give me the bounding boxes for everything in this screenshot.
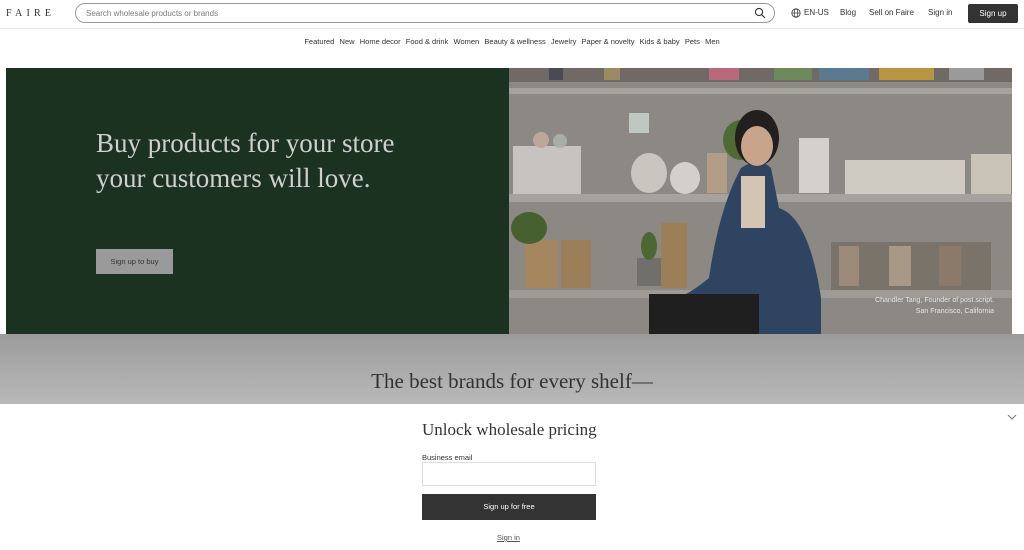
- category-pets[interactable]: Pets: [685, 37, 700, 46]
- sign-up-for-free-button[interactable]: Sign up for free: [422, 494, 596, 520]
- hero-text-panel: Buy products for your store your custome…: [6, 68, 509, 334]
- header-divider: [0, 28, 1024, 29]
- category-food-drink[interactable]: Food & drink: [406, 37, 449, 46]
- search-input[interactable]: [86, 6, 736, 20]
- top-bar: FAIRE EN-US Blog Sell on Faire Sign in S…: [0, 0, 1024, 28]
- blog-link[interactable]: Blog: [840, 8, 856, 17]
- photo-caption-name: Chandler Tang, Founder of post.script.: [875, 297, 994, 304]
- globe-icon[interactable]: [791, 8, 801, 18]
- sign-in-link[interactable]: Sign in: [928, 8, 952, 17]
- category-nav: Featured New Home decor Food & drink Women Be…: [0, 37, 1024, 51]
- chevron-down-icon[interactable]: [1006, 412, 1018, 422]
- sell-on-faire-link[interactable]: Sell on Faire: [869, 8, 914, 17]
- modal-sign-in-link[interactable]: Sign in: [497, 533, 520, 542]
- business-email-label: Business email: [422, 453, 473, 462]
- category-jewelry[interactable]: Jewelry: [551, 37, 576, 46]
- category-home-decor[interactable]: Home decor: [360, 37, 401, 46]
- category-women[interactable]: Women: [454, 37, 480, 46]
- business-email-field[interactable]: [422, 462, 596, 486]
- category-kids-baby[interactable]: Kids & baby: [640, 37, 680, 46]
- sign-up-button[interactable]: Sign up: [968, 4, 1018, 23]
- modal-title: Unlock wholesale pricing: [422, 420, 597, 439]
- category-men[interactable]: Men: [705, 37, 720, 46]
- category-featured[interactable]: Featured: [304, 37, 334, 46]
- sign-up-to-buy-button[interactable]: Sign up to buy: [96, 249, 173, 274]
- brands-section-title: The best brands for every shelf—: [371, 369, 653, 393]
- search-bar[interactable]: [75, 3, 775, 23]
- locale-selector[interactable]: EN-US: [804, 8, 829, 17]
- category-beauty-wellness[interactable]: Beauty & wellness: [484, 37, 545, 46]
- category-paper-novelty[interactable]: Paper & novelty: [582, 37, 635, 46]
- hero-photo: Chandler Tang, Founder of post.script. S…: [509, 68, 1012, 334]
- hero-banner: Buy products for your store your custome…: [6, 68, 1012, 334]
- category-new[interactable]: New: [340, 37, 355, 46]
- hero-title: Buy products for your store your custome…: [96, 128, 395, 193]
- search-icon[interactable]: [754, 7, 766, 19]
- signup-modal: Unlock wholesale pricing Business email …: [0, 404, 1024, 550]
- faire-logo[interactable]: FAIRE: [6, 8, 55, 19]
- store-owner-photo: [509, 68, 1012, 334]
- photo-caption-location: San Francisco, California: [915, 308, 994, 315]
